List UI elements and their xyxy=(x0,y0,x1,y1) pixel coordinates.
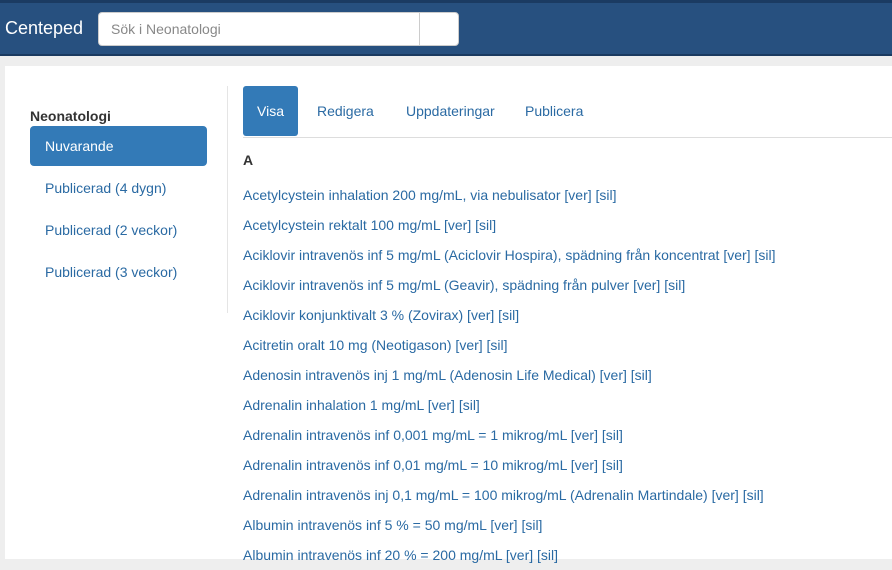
sidebar-item-publicerad-4-dygn[interactable]: Publicerad (4 dygn) xyxy=(30,168,207,208)
sidebar-item-publicerad-3-veckor[interactable]: Publicerad (3 veckor) xyxy=(30,252,207,292)
sidebar-item-publicerad-2-veckor[interactable]: Publicerad (2 veckor) xyxy=(30,210,207,250)
tab-publicera[interactable]: Publicera xyxy=(511,86,597,136)
top-navbar: Centeped xyxy=(0,0,892,56)
list-item[interactable]: Albumin intravenös inf 20 % = 200 mg/mL … xyxy=(243,540,775,570)
drug-list: Acetylcystein inhalation 200 mg/mL, via … xyxy=(243,180,775,570)
tabs-divider xyxy=(243,137,892,138)
list-item[interactable]: Acetylcystein inhalation 200 mg/mL, via … xyxy=(243,180,775,210)
search-button[interactable] xyxy=(419,12,459,46)
tab-visa[interactable]: Visa xyxy=(243,86,298,136)
list-item[interactable]: Aciklovir intravenös inf 5 mg/mL (Geavir… xyxy=(243,270,775,300)
list-item[interactable]: Adrenalin inhalation 1 mg/mL [ver] [sil] xyxy=(243,390,775,420)
brand-logo[interactable]: Centeped xyxy=(5,18,83,39)
list-item[interactable]: Adrenalin intravenös inj 0,1 mg/mL = 100… xyxy=(243,480,775,510)
tab-uppdateringar[interactable]: Uppdateringar xyxy=(392,86,509,136)
sidebar-item-nuvarande[interactable]: Nuvarande xyxy=(30,126,207,166)
letter-heading: A xyxy=(243,152,254,168)
search-group xyxy=(98,12,459,46)
search-input[interactable] xyxy=(98,12,420,46)
tab-redigera[interactable]: Redigera xyxy=(303,86,388,136)
list-item[interactable]: Aciklovir intravenös inf 5 mg/mL (Aciclo… xyxy=(243,240,775,270)
list-item[interactable]: Acitretin oralt 10 mg (Neotigason) [ver]… xyxy=(243,330,775,360)
list-item[interactable]: Adenosin intravenös inj 1 mg/mL (Adenosi… xyxy=(243,360,775,390)
list-item[interactable]: Adrenalin intravenös inf 0,01 mg/mL = 10… xyxy=(243,450,775,480)
list-item[interactable]: Aciklovir konjunktivalt 3 % (Zovirax) [v… xyxy=(243,300,775,330)
list-item[interactable]: Acetylcystein rektalt 100 mg/mL [ver] [s… xyxy=(243,210,775,240)
sidebar-title: Neonatologi xyxy=(30,108,111,124)
list-item[interactable]: Adrenalin intravenös inf 0,001 mg/mL = 1… xyxy=(243,420,775,450)
sidebar-divider xyxy=(227,86,228,313)
main-panel: Neonatologi Nuvarande Publicerad (4 dygn… xyxy=(5,66,892,563)
list-item[interactable]: Albumin intravenös inf 5 % = 50 mg/mL [v… xyxy=(243,510,775,540)
